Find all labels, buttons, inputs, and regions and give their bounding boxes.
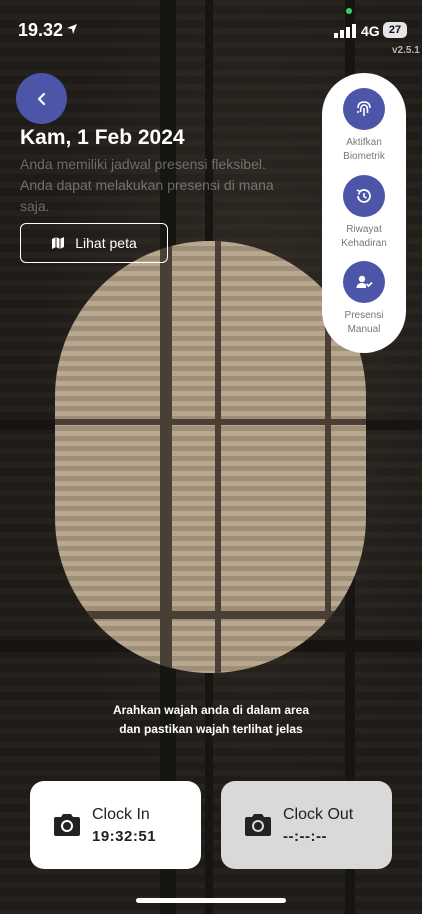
battery-icon: 27 xyxy=(383,22,407,38)
menu-label-biometric-1: Aktifkan xyxy=(346,137,382,148)
face-guide-area xyxy=(55,241,366,673)
page-title: Kam, 1 Feb 2024 xyxy=(20,126,185,149)
status-bar: 19.32 4G 27 xyxy=(0,0,422,60)
history-icon xyxy=(356,189,371,203)
app-version: v2.5.1 xyxy=(392,45,420,56)
menu-label-biometric-2: Biometrik xyxy=(343,151,385,162)
guide-line-2: dan pastikan wajah terlihat jelas xyxy=(119,722,303,736)
clock-in-time: 19:32:51 xyxy=(92,827,157,845)
schedule-info-text: Anda memiliki jadwal presensi fleksibel.… xyxy=(20,156,274,214)
map-icon xyxy=(52,237,65,249)
menu-item-attendance-history[interactable]: Riwayat Kehadiran xyxy=(322,175,406,251)
signal-icon xyxy=(334,24,356,38)
back-button[interactable] xyxy=(16,73,67,124)
home-indicator[interactable] xyxy=(136,898,286,903)
network-type: 4G xyxy=(361,23,380,39)
side-menu: Aktifkan Biometrik Riwayat Kehadiran Pre… xyxy=(322,73,406,353)
menu-label-history-1: Riwayat xyxy=(346,224,382,235)
face-guide-text: Arahkan wajah anda di dalam area dan pas… xyxy=(0,701,422,739)
clock-out-time: --:--:-- xyxy=(283,827,327,845)
guide-line-1: Arahkan wajah anda di dalam area xyxy=(112,703,310,717)
user-check-icon xyxy=(356,275,373,288)
location-arrow-icon xyxy=(67,24,77,34)
menu-item-manual-attendance[interactable]: Presensi Manual xyxy=(322,261,406,337)
menu-label-manual-2: Manual xyxy=(347,324,381,335)
chevron-left-icon xyxy=(37,92,45,105)
status-time: 19.32 xyxy=(18,20,64,40)
view-map-label: Lihat peta xyxy=(75,235,137,251)
privacy-indicator xyxy=(346,8,352,14)
menu-label-history-2: Kehadiran xyxy=(341,238,387,249)
clock-out-label: Clock Out xyxy=(283,805,354,823)
clock-in-button[interactable]: Clock In 19:32:51 xyxy=(30,781,201,869)
camera-icon xyxy=(245,814,271,836)
fingerprint-icon xyxy=(357,101,371,116)
menu-item-biometric[interactable]: Aktifkan Biometrik xyxy=(322,88,406,164)
camera-icon xyxy=(54,814,80,836)
clock-out-button[interactable]: Clock Out --:--:-- xyxy=(221,781,392,869)
menu-label-manual-1: Presensi xyxy=(344,310,384,321)
clock-in-label: Clock In xyxy=(92,805,150,823)
view-map-button[interactable]: Lihat peta xyxy=(20,223,168,263)
